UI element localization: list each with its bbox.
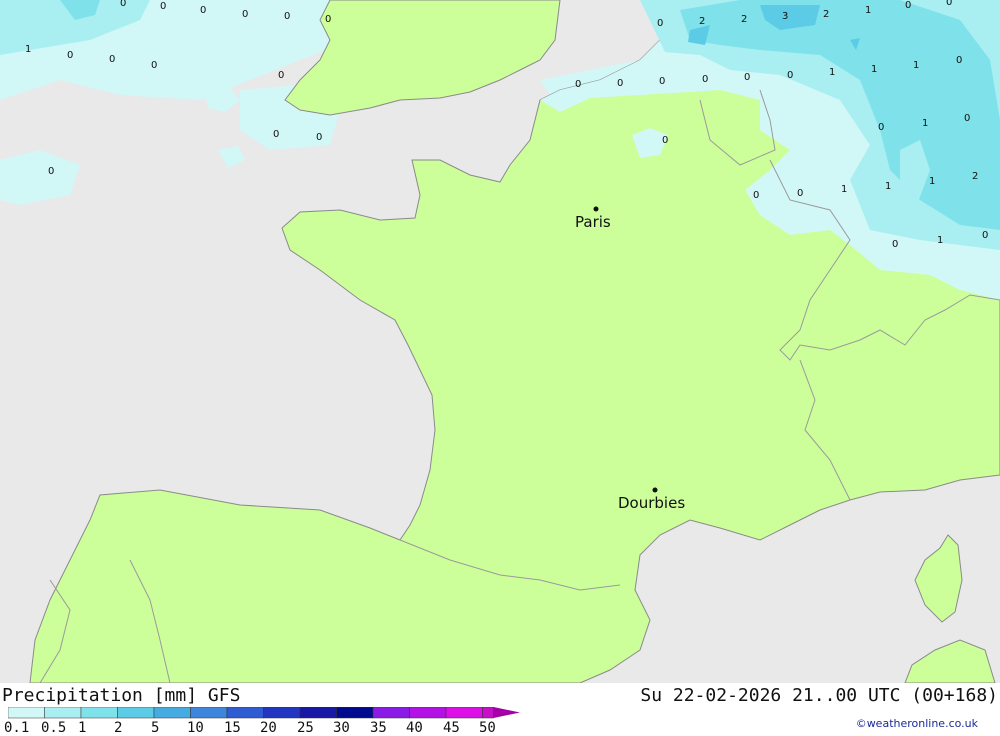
- precip-value: 0: [956, 55, 962, 66]
- precip-value: 0: [753, 190, 759, 201]
- legend-swatch: [263, 707, 301, 719]
- precip-value: 1: [871, 64, 877, 75]
- precip-value: 0: [878, 122, 884, 133]
- precip-value: 0: [200, 5, 206, 16]
- precip-value: 0: [946, 0, 952, 8]
- legend-label: 0.5: [41, 720, 67, 736]
- map-title: Precipitation [mm] GFS: [2, 685, 241, 706]
- footer: Precipitation [mm] GFS Su 22-02-2026 21.…: [0, 683, 1000, 736]
- valid-time: Su 22-02-2026 21..00 UTC (00+168): [640, 685, 998, 706]
- precip-value: 0: [702, 74, 708, 85]
- precip-value: 0: [273, 129, 279, 140]
- city-label-paris: Paris: [575, 213, 611, 231]
- legend-label: 35: [370, 720, 387, 736]
- legend-swatch: [299, 707, 337, 719]
- precip-value: 2: [741, 14, 747, 25]
- legend-swatch: [153, 707, 191, 719]
- city-label-dourbies: Dourbies: [618, 494, 685, 512]
- legend-swatch: [372, 707, 410, 719]
- legend-arrow: [493, 707, 520, 718]
- legend-label: 0.1: [4, 720, 30, 736]
- precip-legend: [8, 707, 520, 719]
- legend-swatch: [117, 707, 155, 719]
- legend-swatch: [336, 707, 374, 719]
- precip-value: 0: [982, 230, 988, 241]
- legend-swatch: [190, 707, 228, 719]
- precip-value: 0: [284, 11, 290, 22]
- precip-value: 1: [885, 181, 891, 192]
- precip-value: 2: [972, 171, 978, 182]
- precip-value: 0: [964, 113, 970, 124]
- precip-value: 1: [937, 235, 943, 246]
- legend-label: 2: [114, 720, 123, 736]
- precip-value: 0: [617, 78, 623, 89]
- legend-label: 5: [151, 720, 160, 736]
- legend-swatch: [80, 707, 118, 719]
- paris-marker: [593, 206, 599, 212]
- legend-label: 25: [297, 720, 314, 736]
- precip-value: 0: [659, 76, 665, 87]
- legend-label: 40: [406, 720, 423, 736]
- precip-value: 0: [905, 0, 911, 11]
- precip-value: 0: [278, 70, 284, 81]
- precip-value: 1: [913, 60, 919, 71]
- precip-value: 0: [787, 70, 793, 81]
- precip-value: 0: [892, 239, 898, 250]
- precip-value: 0: [67, 50, 73, 61]
- legend-label: 20: [260, 720, 277, 736]
- precip-value: 0: [160, 1, 166, 12]
- precip-value: 3: [782, 11, 788, 22]
- precipitation-map[interactable]: Paris Dourbies 0 0 0 0 0 0 0 1 0 0 0 0 0…: [0, 0, 1000, 683]
- legend-swatch: [409, 707, 447, 719]
- precip-value: 1: [922, 118, 928, 129]
- precip-value: 0: [797, 188, 803, 199]
- legend-label: 30: [333, 720, 350, 736]
- precip-value: 0: [109, 54, 115, 65]
- legend-label: 10: [187, 720, 204, 736]
- precip-value: 0: [657, 18, 663, 29]
- precip-value: 1: [829, 67, 835, 78]
- precip-value: 0: [242, 9, 248, 20]
- precip-value: 1: [25, 44, 31, 55]
- precip-value: 1: [865, 5, 871, 16]
- legend-label: 1: [78, 720, 87, 736]
- precip-value: 0: [48, 166, 54, 177]
- precip-value: 0: [662, 135, 668, 146]
- precip-value: 0: [316, 132, 322, 143]
- legend-label: 15: [224, 720, 241, 736]
- precip-value: 0: [151, 60, 157, 71]
- precip-value: 2: [823, 9, 829, 20]
- credit-link[interactable]: ©weatheronline.co.uk: [856, 717, 978, 730]
- legend-swatch: [44, 707, 82, 719]
- precip-value: 0: [120, 0, 126, 9]
- legend-label: 45: [443, 720, 460, 736]
- legend-swatch: [482, 707, 494, 719]
- precip-value: 1: [929, 176, 935, 187]
- precip-value: 1: [841, 184, 847, 195]
- precip-value: 0: [325, 14, 331, 25]
- precip-value: 0: [744, 72, 750, 83]
- legend-label: 50: [479, 720, 496, 736]
- dourbies-marker: [652, 487, 658, 493]
- legend-swatch: [445, 707, 483, 719]
- legend-swatch: [8, 707, 45, 719]
- precip-value: 0: [575, 79, 581, 90]
- legend-swatch: [226, 707, 264, 719]
- precip-value: 2: [699, 16, 705, 27]
